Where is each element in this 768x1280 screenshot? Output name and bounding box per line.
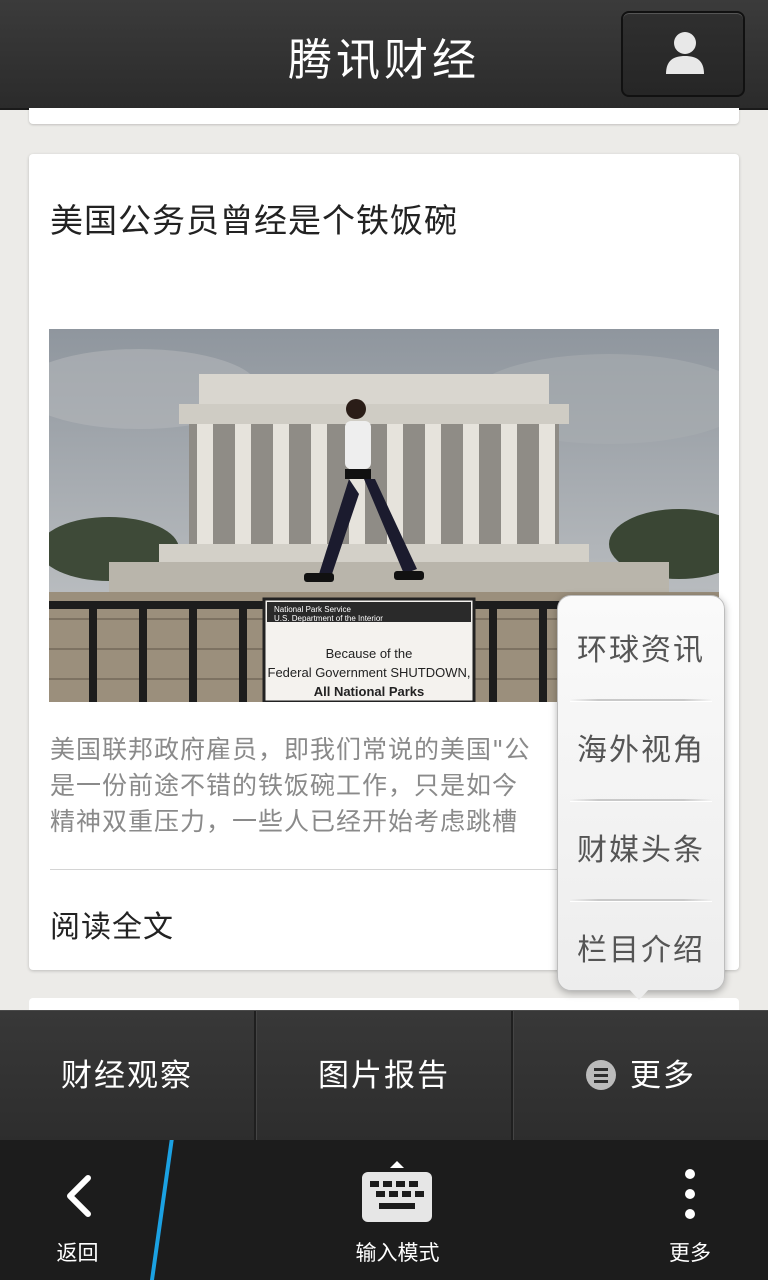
- article-headline[interactable]: 美国公务员曾经是个铁饭碗: [50, 194, 458, 242]
- keyboard-icon: [362, 1161, 432, 1222]
- tab-more[interactable]: 更多: [514, 1011, 768, 1141]
- person-icon: [666, 32, 704, 74]
- menu-item-column-intro[interactable]: 栏目介绍: [558, 901, 724, 1000]
- overflow-menu-button[interactable]: 更多: [630, 1140, 750, 1280]
- more-popup-menu: 环球资讯 海外视角 财媒头条 栏目介绍: [557, 595, 725, 991]
- sign-line-shutdown: Federal Government SHUTDOWN,: [267, 665, 471, 680]
- menu-item-overseas-view[interactable]: 海外视角: [558, 701, 724, 800]
- tab-photo-report[interactable]: 图片报告: [257, 1011, 511, 1141]
- tab-finance-observe[interactable]: 财经观察: [0, 1011, 254, 1141]
- back-button[interactable]: 返回: [0, 1140, 150, 1280]
- tab-bar: 财经观察 图片报告 更多: [0, 1010, 768, 1141]
- sign-agency: National Park Service: [274, 605, 351, 614]
- menu-list-icon: [586, 1059, 616, 1090]
- app-header: 腾讯财经: [0, 0, 768, 110]
- input-mode-button[interactable]: 输入模式: [300, 1140, 495, 1280]
- sign-department: U.S. Department of the Interior: [274, 614, 383, 623]
- menu-item-global-news[interactable]: 环球资讯: [558, 601, 724, 700]
- read-full-article-link[interactable]: 阅读全文: [50, 902, 174, 946]
- popup-pointer: [628, 988, 650, 1000]
- vertical-dots-icon: [685, 1169, 695, 1219]
- sign-line-because: Because of the: [325, 646, 413, 661]
- profile-button[interactable]: [621, 11, 745, 97]
- sign-line-parks: All National Parks: [313, 684, 425, 699]
- chevron-left-icon: [67, 1175, 91, 1217]
- input-mode-label: 输入模式: [355, 1241, 440, 1265]
- menu-item-media-headlines[interactable]: 财媒头条: [558, 801, 724, 900]
- tab-more-label: 更多: [630, 1058, 696, 1094]
- previous-card: [29, 108, 739, 124]
- back-label: 返回: [56, 1241, 99, 1265]
- overflow-menu-label: 更多: [669, 1241, 711, 1265]
